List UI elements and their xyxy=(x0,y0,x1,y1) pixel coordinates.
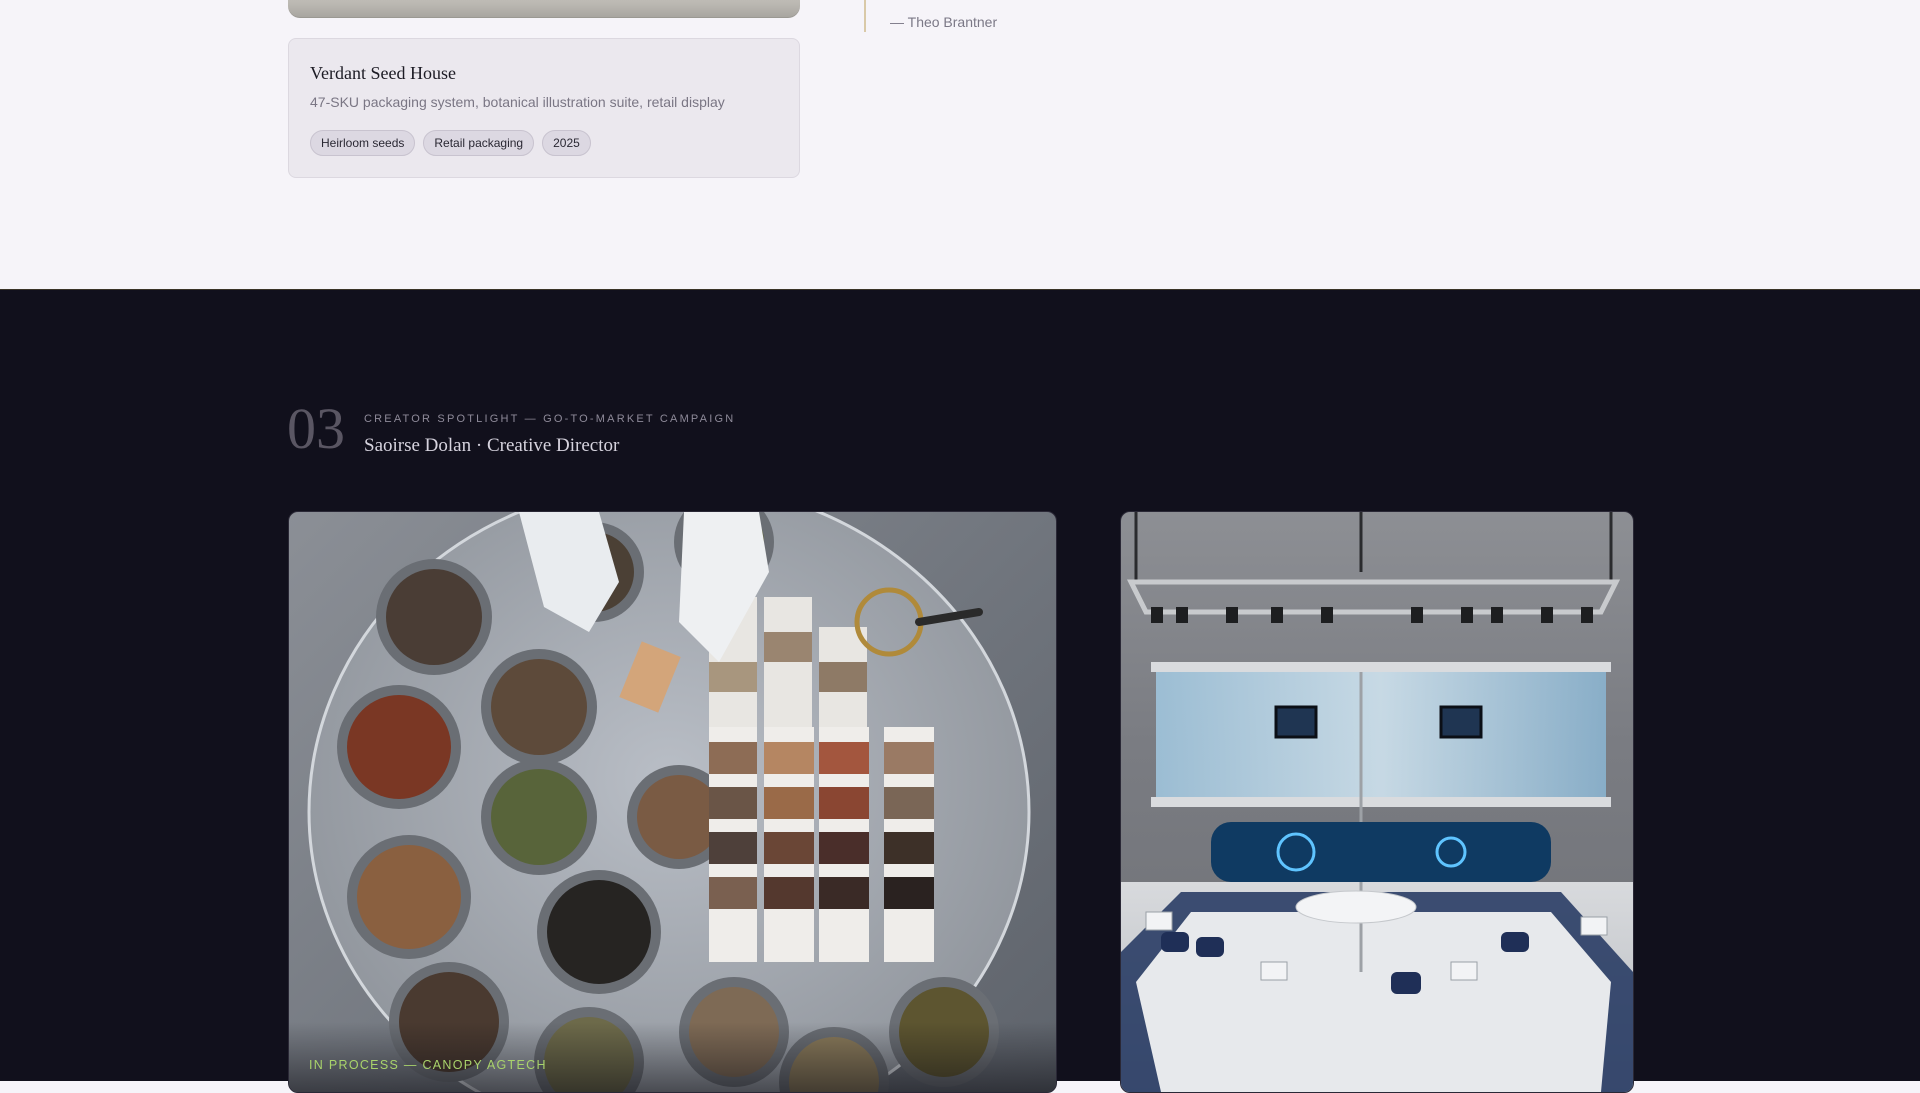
quote-author: — Theo Brantner xyxy=(890,14,998,30)
lighting-truss xyxy=(1126,512,1621,623)
previous-project-image[interactable] xyxy=(288,0,800,18)
soil-palette-photo[interactable]: IN PROCESS — CANOPY AGTECH xyxy=(288,511,1057,1093)
creator-spotlight-section: 03 CREATOR SPOTLIGHT — GO-TO-MARKET CAMP… xyxy=(0,289,1920,1093)
previous-section: Verdant Seed House 47-SKU packaging syst… xyxy=(0,0,1920,289)
quote-accent-bar xyxy=(864,0,866,32)
project-title: Verdant Seed House xyxy=(310,63,456,83)
tag-year: 2025 xyxy=(542,130,591,156)
section-kicker: CREATOR SPOTLIGHT — GO-TO-MARKET CAMPAIG… xyxy=(364,413,736,425)
project-tags: Heirloom seeds Retail packaging 2025 xyxy=(310,130,591,156)
photo-caption: IN PROCESS — CANOPY AGTECH xyxy=(309,1058,547,1072)
tag-heirloom-seeds: Heirloom seeds xyxy=(310,130,416,156)
project-description: 47-SKU packaging system, botanical illus… xyxy=(310,94,725,110)
section-title: Saoirse Dolan · Creative Director xyxy=(364,435,620,456)
exhibition-booth-photo[interactable] xyxy=(1120,511,1634,1093)
booth-illustration xyxy=(1121,512,1633,1092)
soil-palette-illustration xyxy=(307,512,1031,1092)
tag-retail-packaging: Retail packaging xyxy=(423,130,535,156)
section-number: 03 xyxy=(287,396,345,461)
project-card[interactable]: Verdant Seed House 47-SKU packaging syst… xyxy=(288,38,800,178)
caption-gradient xyxy=(289,1022,1056,1092)
